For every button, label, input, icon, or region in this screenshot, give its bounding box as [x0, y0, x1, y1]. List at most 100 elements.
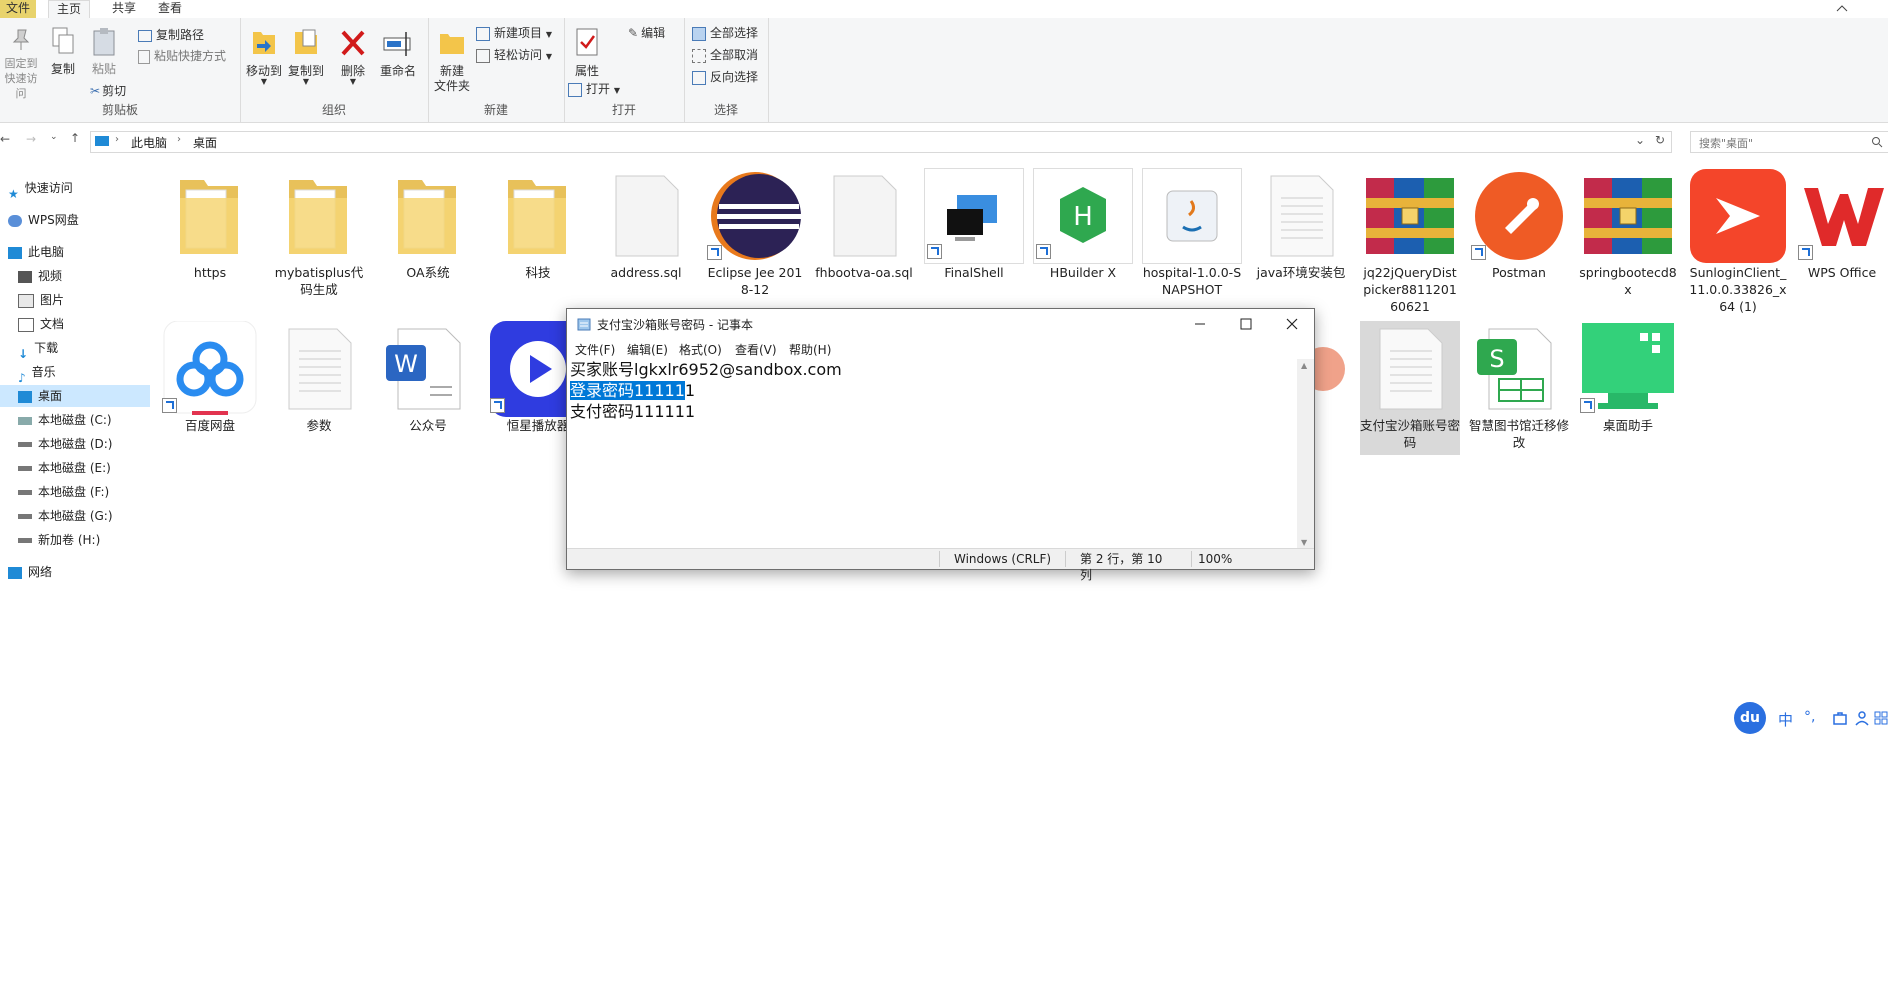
scroll-down-icon[interactable]: ▼	[1301, 538, 1307, 547]
desktop-item-jq22-archive[interactable]: jq22jQueryDistpicker881120160621	[1360, 168, 1460, 315]
desktop-item-oa-system[interactable]: OA系统	[378, 168, 478, 281]
toolbox-icon[interactable]	[1832, 710, 1848, 726]
minimize-icon[interactable]	[1193, 317, 1207, 331]
tab-share[interactable]: 共享	[104, 0, 144, 18]
new-folder-button[interactable]: 新建 文件夹	[432, 26, 472, 94]
forward-arrow-icon[interactable]: →	[26, 132, 36, 146]
maximize-icon[interactable]	[1239, 317, 1253, 331]
copy-button[interactable]: 复制	[46, 26, 80, 77]
search-icon	[1872, 137, 1883, 148]
sidebar-item-drive-e[interactable]: 本地磁盘 (E:)	[0, 457, 150, 479]
desktop-item-java-install[interactable]: java环境安装包	[1251, 168, 1351, 281]
ime-mode-toggle[interactable]: 中	[1778, 709, 1793, 730]
open-group-label: 打开	[611, 103, 636, 117]
sidebar-item-drive-h[interactable]: 新加卷 (H:)	[0, 529, 150, 551]
menu-help[interactable]: 帮助(H)	[789, 341, 831, 358]
sidebar-item-this-pc[interactable]: 此电脑	[0, 241, 140, 263]
easy-access-button[interactable]: 轻松访问 ▼	[476, 46, 552, 63]
recent-locations-icon[interactable]: ⌄	[50, 132, 58, 142]
desktop-item-postman[interactable]: Postman	[1469, 168, 1569, 281]
sidebar-item-drive-d[interactable]: 本地磁盘 (D:)	[0, 433, 150, 455]
desktop-item-fhbootva-sql[interactable]: fhbootva-oa.sql	[814, 168, 914, 281]
desktop-item-tech[interactable]: 科技	[488, 168, 588, 281]
menu-edit[interactable]: 编辑(E)	[627, 341, 668, 358]
invert-selection-button[interactable]: 反向选择	[692, 68, 758, 85]
select-none-button[interactable]: 全部取消	[692, 46, 758, 63]
notepad-title-bar[interactable]: 支付宝沙箱账号密码 - 记事本	[567, 309, 1314, 339]
desktop-item-hbuilder[interactable]: H HBuilder X	[1033, 168, 1133, 281]
vertical-scrollbar[interactable]: ▲ ▼	[1297, 359, 1314, 549]
notepad-status-bar: Windows (CRLF) 第 2 行，第 10 列 100%	[567, 548, 1314, 582]
sidebar-item-drive-f[interactable]: 本地磁盘 (F:)	[0, 481, 150, 503]
desktop-item-alipay-sandbox[interactable]: 支付宝沙箱账号密码	[1360, 321, 1460, 455]
move-to-button[interactable]: 移动到 ▼	[244, 26, 284, 86]
sidebar-item-downloads[interactable]: ↓ 下载	[0, 337, 150, 361]
edit-pencil-icon: ✎	[628, 26, 639, 40]
select-all-icon	[692, 26, 706, 41]
sidebar-item-drive-g[interactable]: 本地磁盘 (G:)	[0, 505, 150, 527]
copy-path-button[interactable]: 复制路径	[138, 26, 204, 43]
drive-icon	[18, 442, 32, 447]
tab-file[interactable]: 文件	[0, 0, 37, 18]
desktop-item-hospital-jar[interactable]: hospital-1.0.0-SNAPSHOT	[1142, 168, 1242, 298]
grid-menu-icon[interactable]	[1874, 710, 1888, 726]
address-bar[interactable]: › 此电脑 › 桌面 ⌄ ↻	[90, 131, 1672, 153]
up-arrow-icon[interactable]: ↑	[70, 131, 80, 145]
sidebar-item-documents[interactable]: 文档	[0, 313, 150, 335]
rename-button[interactable]: 重命名	[376, 26, 420, 79]
desktop-item-finalshell[interactable]: FinalShell	[924, 168, 1024, 281]
pin-icon	[12, 29, 30, 50]
desktop-item-https[interactable]: https	[160, 168, 260, 281]
paste-shortcut-button[interactable]: 粘贴快捷方式	[138, 47, 226, 64]
tab-home[interactable]: 主页	[48, 0, 91, 19]
tab-view[interactable]: 查看	[150, 0, 190, 18]
ime-punctuation-toggle[interactable]: °,	[1804, 709, 1815, 725]
copy-to-button[interactable]: 复制到 ▼	[286, 26, 326, 86]
desktop-item-sunlogin[interactable]: SunloginClient_11.0.0.33826_x64 (1)	[1688, 168, 1788, 315]
menu-file[interactable]: 文件(F)	[575, 341, 615, 358]
menu-view[interactable]: 查看(V)	[735, 341, 777, 358]
desktop-item-mybatisplus[interactable]: mybatisplus代码生成	[269, 168, 369, 298]
desktop-icon	[18, 390, 32, 403]
desktop-item-address-sql[interactable]: address.sql	[596, 168, 696, 281]
sidebar-item-videos[interactable]: 视频	[0, 265, 150, 287]
pin-quick-access-button[interactable]: 固定到快速访问	[0, 26, 42, 101]
menu-format[interactable]: 格式(O)	[679, 341, 722, 358]
select-all-button[interactable]: 全部选择	[692, 24, 758, 41]
back-arrow-icon[interactable]: ←	[0, 132, 10, 146]
desktop-item-eclipse[interactable]: Eclipse Jee 2018-12	[705, 168, 805, 298]
desktop-item-official-account[interactable]: W 公众号	[378, 321, 478, 434]
desktop-item-wps-office[interactable]: WPS Office	[1796, 168, 1888, 281]
cut-button[interactable]: ✂ 剪切	[90, 82, 126, 99]
sidebar-item-network[interactable]: 网络	[0, 561, 140, 583]
desktop-item-smart-library[interactable]: S 智慧图书馆迁移修改	[1469, 321, 1569, 451]
scroll-up-icon[interactable]: ▲	[1301, 361, 1307, 370]
desktop-item-baidu-netdisk[interactable]: 百度网盘	[160, 320, 260, 434]
drive-icon	[18, 416, 32, 425]
breadcrumb-desktop[interactable]: 桌面	[193, 134, 217, 151]
sidebar-item-music[interactable]: ♪ 音乐	[0, 361, 150, 385]
ribbon-collapse-icon[interactable]	[1836, 4, 1848, 14]
notepad-text-area[interactable]: 买家账号lgkxlr6952@sandbox.com 登录密码111111 支付…	[570, 359, 1292, 549]
sidebar-item-quick-access[interactable]: ★ 快速访问	[0, 177, 140, 201]
refresh-icon[interactable]: ↻	[1655, 133, 1665, 147]
address-dropdown-icon[interactable]: ⌄	[1635, 133, 1645, 147]
breadcrumb-pc[interactable]: 此电脑	[131, 134, 167, 151]
baidu-ime-logo[interactable]: du	[1734, 702, 1766, 734]
delete-button[interactable]: 删除 ▼	[336, 26, 370, 86]
open-button[interactable]: 打开 ▼	[568, 80, 620, 97]
desktop-item-springboot-archive[interactable]: springbootecd8x	[1578, 168, 1678, 298]
sidebar-item-drive-c[interactable]: 本地磁盘 (C:)	[0, 409, 150, 431]
desktop-item-params[interactable]: 参数	[269, 321, 369, 434]
new-item-button[interactable]: 新建项目 ▼	[476, 24, 552, 41]
desktop-item-desktop-assistant[interactable]: 桌面助手	[1578, 321, 1678, 434]
search-box[interactable]: 搜索"桌面"	[1690, 131, 1888, 153]
edit-button[interactable]: ✎ 编辑	[628, 24, 665, 41]
paste-button[interactable]: 粘贴	[86, 26, 122, 77]
close-icon[interactable]	[1285, 317, 1299, 331]
sidebar-item-desktop[interactable]: 桌面	[0, 385, 150, 407]
sidebar-item-wps-cloud[interactable]: WPS网盘	[0, 209, 140, 231]
sidebar-item-pictures[interactable]: 图片	[0, 289, 150, 311]
user-icon[interactable]	[1854, 710, 1870, 726]
properties-button[interactable]: 属性	[570, 26, 604, 79]
